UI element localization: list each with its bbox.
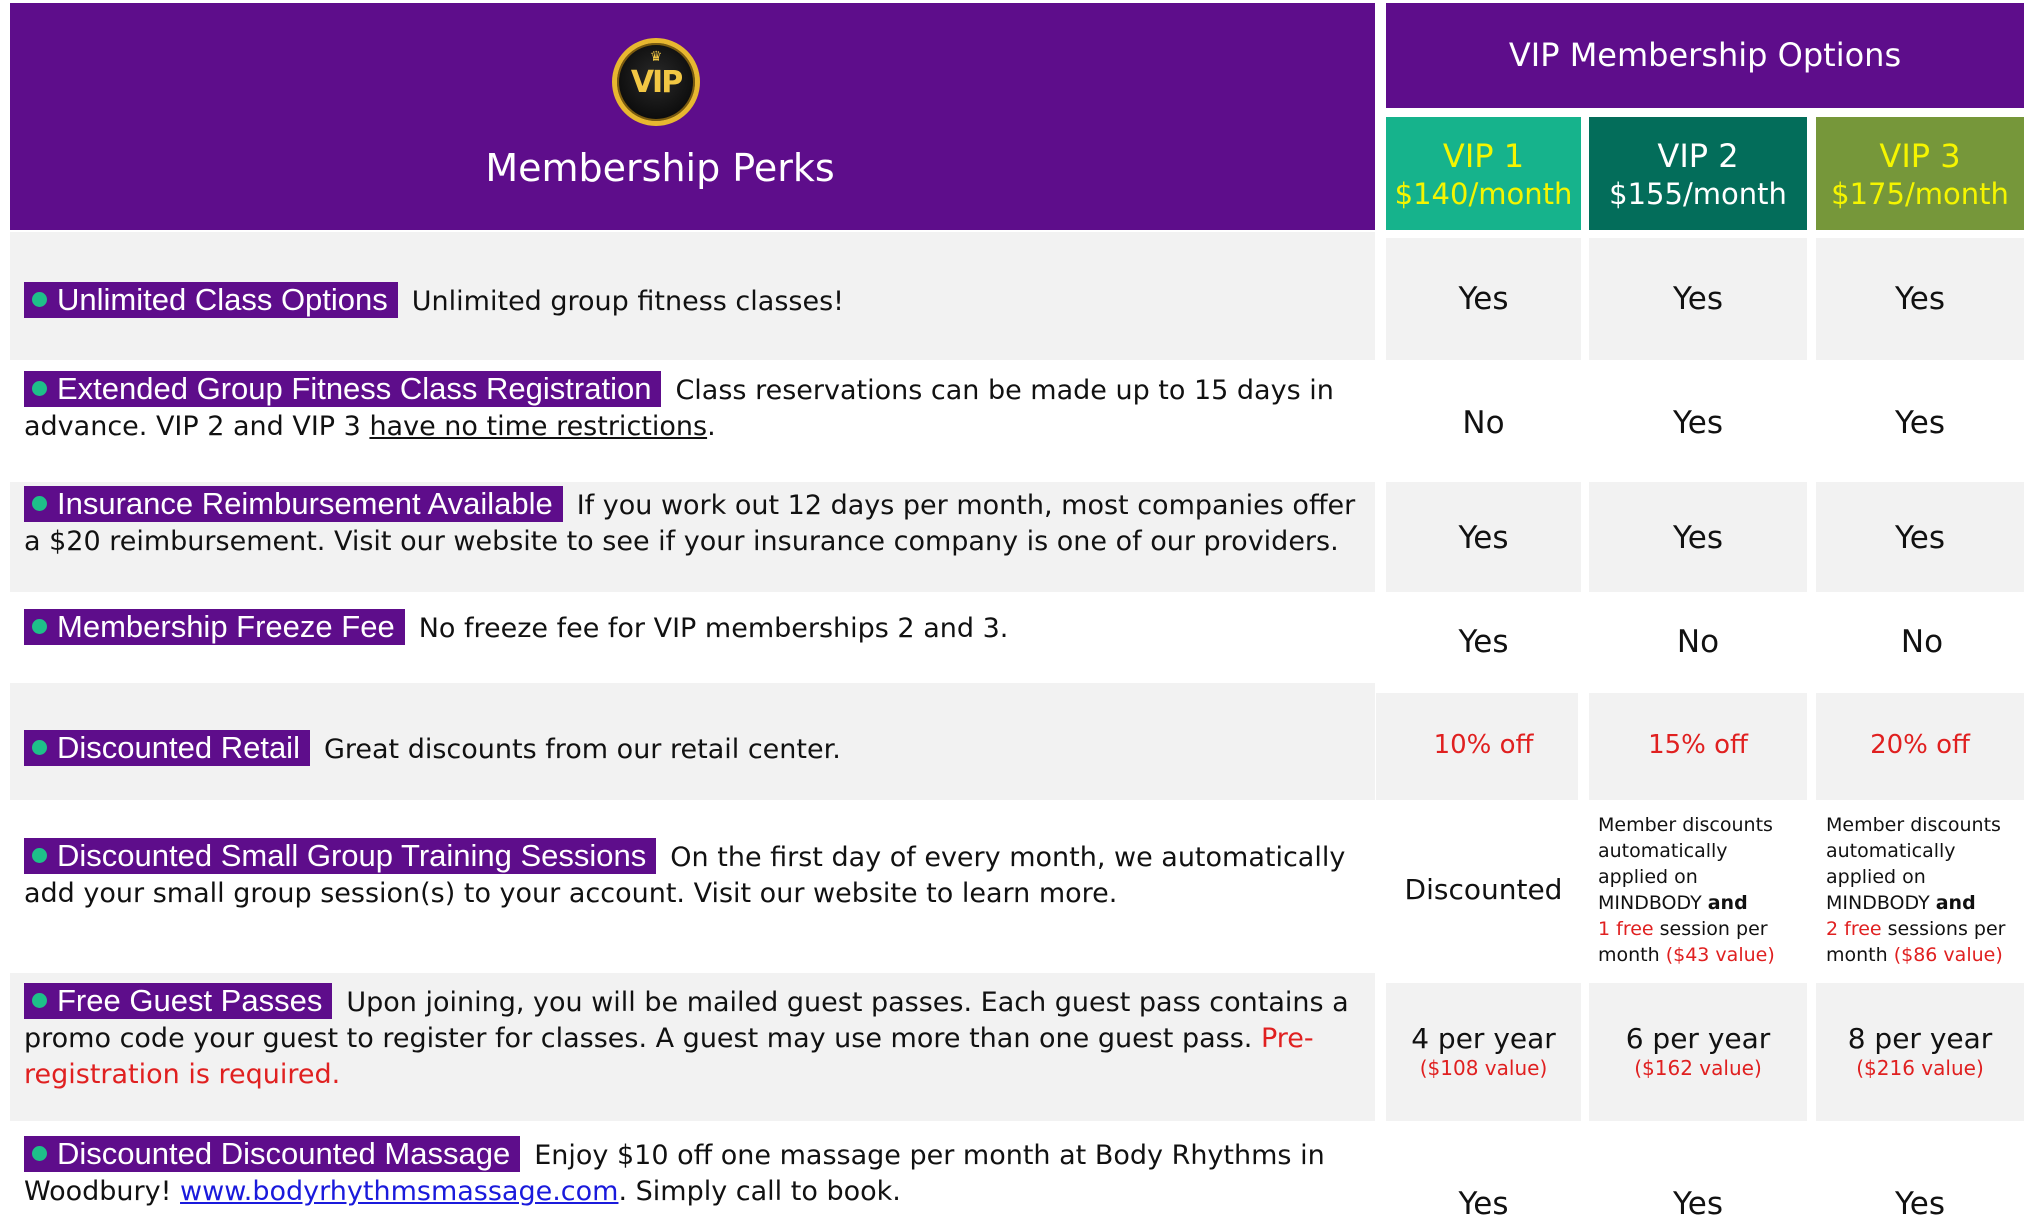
- vip1-value: 10% off: [1433, 730, 1534, 760]
- perk-description: Unlimited group fitness classes!: [411, 286, 844, 317]
- perk-title: Extended Group Fitness Class Registratio…: [24, 371, 662, 407]
- tier-name: VIP 3: [1879, 137, 1961, 175]
- vip3-value: Yes: [1894, 1186, 1946, 1220]
- vip2-value: No: [1676, 624, 1720, 660]
- perk-row: Discounted Retail Great discounts from ou…: [24, 730, 1354, 768]
- vip1-value: Yes: [1458, 281, 1509, 317]
- vip1-value: No: [1462, 405, 1505, 441]
- vip1-value: 4 per year ($108 value): [1411, 1022, 1556, 1080]
- bullet-icon: [32, 1146, 47, 1161]
- vip3-value: 20% off: [1870, 730, 1970, 760]
- tier-price: $155/month: [1609, 177, 1787, 211]
- tier-vip-3: VIP 3 $175/month: [1816, 117, 2024, 230]
- vip2-value: Yes: [1672, 1186, 1724, 1220]
- tier-price: $175/month: [1831, 177, 2009, 211]
- perk-title: Discounted Retail: [24, 730, 310, 766]
- perk-row: Unlimited Class Options Unlimited group f…: [24, 282, 1354, 320]
- perk-title: Insurance Reimbursement Available: [24, 486, 563, 522]
- perk-row: Membership Freeze Fee No freeze fee for V…: [24, 609, 1354, 647]
- perk-row: Extended Group Fitness Class Registratio…: [24, 371, 1334, 442]
- perks-header: [10, 3, 1375, 230]
- bullet-icon: [32, 993, 47, 1008]
- perk-row: Discounted Discounted Massage Enjoy $10 o…: [24, 1136, 1325, 1207]
- vip3-value: Member discounts automatically applied o…: [1826, 814, 2006, 966]
- tier-price: $140/month: [1394, 177, 1573, 211]
- perk-title: Discounted Small Group Training Sessions: [24, 838, 657, 874]
- tier-name: VIP 1: [1442, 137, 1525, 175]
- bullet-icon: [32, 740, 47, 755]
- vip3-value: Yes: [1894, 405, 1946, 441]
- vip3-value: 8 per year ($216 value): [1847, 1022, 1993, 1080]
- vip2-value: Yes: [1672, 281, 1724, 317]
- vip1-value: Discounted: [1404, 873, 1563, 906]
- perk-description: Great discounts from our retail center.: [323, 734, 841, 765]
- vip2-value: Member discounts automatically applied o…: [1598, 814, 1775, 966]
- perk-title: Discounted Discounted Massage: [24, 1136, 521, 1172]
- bullet-icon: [32, 619, 47, 634]
- vip3-value: Yes: [1894, 281, 1946, 317]
- bullet-icon: [32, 496, 47, 511]
- perk-row: Insurance Reimbursement Available If you …: [24, 486, 1369, 560]
- vip2-value: Yes: [1672, 405, 1724, 441]
- perk-description-underlined: have no time restrictions: [369, 411, 708, 442]
- perk-title: Unlimited Class Options: [24, 282, 398, 318]
- vip3-value: Yes: [1894, 520, 1946, 556]
- vip-logo: ♛ VIP: [612, 38, 700, 126]
- perk-title: Membership Freeze Fee: [24, 609, 405, 645]
- vip3-value: No: [1900, 624, 1944, 660]
- vip2-value: 6 per year ($162 value): [1625, 1022, 1771, 1080]
- bullet-icon: [32, 848, 47, 863]
- perks-title: Membership Perks: [485, 146, 835, 190]
- perk-description: No freeze fee for VIP memberships 2 and …: [418, 613, 1009, 644]
- perk-row: Discounted Small Group Training Sessions…: [24, 838, 1369, 912]
- vip2-value: Yes: [1672, 520, 1724, 556]
- vip1-value: Yes: [1458, 520, 1509, 556]
- perk-row: Free Guest Passes Upon joining, you will …: [24, 983, 1354, 1093]
- vip1-value: Yes: [1458, 624, 1509, 660]
- bullet-icon: [32, 381, 47, 396]
- bullet-icon: [32, 292, 47, 307]
- tier-name: VIP 2: [1657, 137, 1739, 175]
- tier-vip-2: VIP 2 $155/month: [1589, 117, 1807, 230]
- logo-text: VIP: [630, 65, 683, 100]
- options-header: VIP Membership Options: [1386, 3, 2024, 108]
- vip2-value: 15% off: [1648, 730, 1748, 760]
- crown-icon: ♛: [649, 49, 663, 65]
- tier-vip-1: VIP 1 $140/month: [1386, 117, 1581, 230]
- vip1-value: Yes: [1458, 1186, 1509, 1220]
- perk-title: Free Guest Passes: [24, 983, 333, 1019]
- massage-website-link[interactable]: www.bodyrhythmsmassage.com: [180, 1176, 618, 1207]
